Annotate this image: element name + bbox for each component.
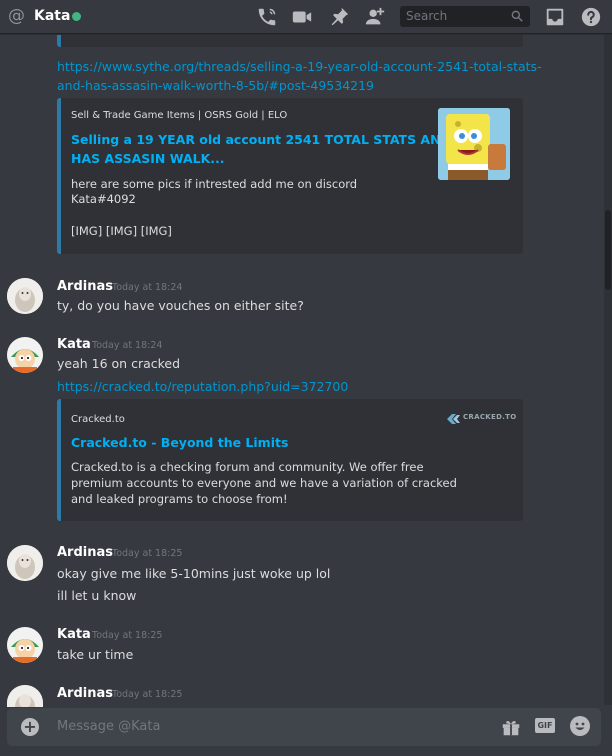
message-timestamp: Today at 18:24 bbox=[112, 282, 183, 293]
message-text: okay give me like 5-10mins just woke up … bbox=[57, 566, 331, 581]
inbox-icon[interactable] bbox=[544, 6, 566, 28]
embed-provider: Cracked.to bbox=[71, 414, 125, 425]
emoji-picker-icon[interactable] bbox=[570, 716, 590, 736]
sythe-link-line-1[interactable]: https://www.sythe.org/threads/selling-a-… bbox=[57, 57, 542, 76]
message-author[interactable]: Ardinas bbox=[57, 686, 113, 701]
gif-picker-button[interactable]: GIF bbox=[535, 718, 555, 733]
message-timestamp: Today at 18:25 bbox=[112, 689, 183, 700]
dm-recipient-name: Kata bbox=[34, 8, 71, 24]
gift-icon[interactable] bbox=[500, 716, 522, 738]
online-status-icon bbox=[72, 12, 81, 21]
sythe-link-embed: Sell & Trade Game Items | OSRS Gold | EL… bbox=[57, 98, 523, 254]
message-author[interactable]: Kata bbox=[57, 627, 91, 642]
embed-description-line: premium accounts to everyone and we have… bbox=[71, 476, 457, 490]
embed-description-line: Kata#4092 bbox=[71, 192, 136, 206]
add-friends-to-dm-icon[interactable] bbox=[364, 6, 386, 28]
search-icon bbox=[511, 10, 523, 22]
message-text: take ur time bbox=[57, 647, 134, 662]
message-composer[interactable]: + Message @Kata GIF bbox=[7, 708, 601, 746]
message-timestamp: Today at 18:25 bbox=[112, 548, 183, 559]
embed-title-line-2[interactable]: HAS ASSASIN WALK... bbox=[71, 150, 225, 168]
channel-header: @ Kata Search bbox=[0, 0, 612, 34]
start-voice-call-icon[interactable] bbox=[256, 6, 278, 28]
embed-provider: Sell & Trade Game Items | OSRS Gold | EL… bbox=[71, 110, 288, 121]
embed-description-line: here are some pics if intrested add me o… bbox=[71, 177, 358, 191]
search-input[interactable]: Search bbox=[400, 6, 530, 27]
avatar[interactable] bbox=[7, 337, 43, 373]
message-author[interactable]: Kata bbox=[57, 337, 91, 352]
previous-embed-tail bbox=[57, 35, 523, 47]
messages-scrollbar-thumb[interactable] bbox=[605, 210, 611, 290]
avatar[interactable] bbox=[7, 278, 43, 314]
embed-description-line: Cracked.to is a checking forum and commu… bbox=[71, 460, 424, 474]
embed-description-line: [IMG] [IMG] [IMG] bbox=[71, 224, 172, 238]
cracked-logo-text: CRACKED.TO bbox=[463, 413, 517, 421]
message-text: yeah 16 on cracked bbox=[57, 356, 181, 371]
embed-title-line-1[interactable]: Selling a 19 YEAR old account 2541 TOTAL… bbox=[71, 131, 451, 149]
cracked-link-embed: Cracked.to Cracked.to - Beyond the Limit… bbox=[57, 399, 523, 521]
message-text: ill let u know bbox=[57, 588, 137, 603]
cracked-reputation-link[interactable]: https://cracked.to/reputation.php?uid=37… bbox=[57, 377, 348, 396]
pinned-messages-icon[interactable] bbox=[328, 6, 350, 28]
message-text: ty, do you have vouches on either site? bbox=[57, 298, 304, 313]
start-video-call-icon[interactable] bbox=[291, 6, 313, 28]
embed-thumbnail-image[interactable] bbox=[438, 108, 510, 180]
message-input[interactable]: Message @Kata bbox=[57, 719, 160, 734]
avatar[interactable] bbox=[7, 545, 43, 581]
avatar[interactable] bbox=[7, 627, 43, 663]
search-placeholder: Search bbox=[406, 9, 448, 23]
embed-title[interactable]: Cracked.to - Beyond the Limits bbox=[71, 434, 288, 452]
at-icon: @ bbox=[8, 6, 25, 26]
sythe-link-line-2[interactable]: and-has-assasin-walk-worth-8-5b/#post-49… bbox=[57, 76, 374, 95]
avatar[interactable] bbox=[7, 685, 43, 707]
upload-plus-icon[interactable]: + bbox=[21, 718, 39, 736]
cracked-logo: CRACKED.TO bbox=[445, 411, 516, 425]
help-icon[interactable] bbox=[580, 6, 602, 28]
message-author[interactable]: Ardinas bbox=[57, 545, 113, 560]
message-timestamp: Today at 18:24 bbox=[92, 340, 163, 351]
message-author[interactable]: Ardinas bbox=[57, 279, 113, 294]
messages-scrollbar[interactable] bbox=[604, 35, 612, 705]
message-timestamp: Today at 18:25 bbox=[92, 630, 163, 641]
embed-description-line: and leaked programs to choose from! bbox=[71, 492, 288, 506]
